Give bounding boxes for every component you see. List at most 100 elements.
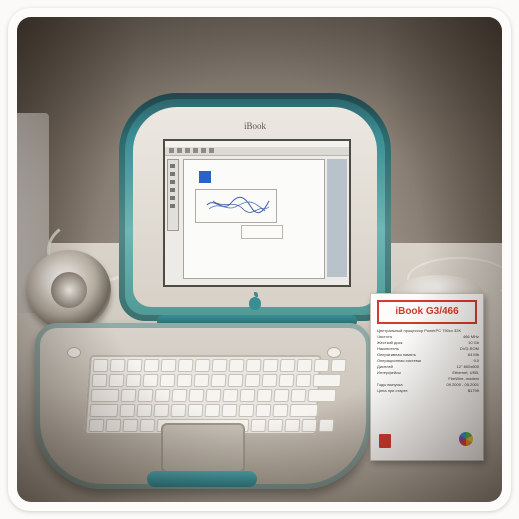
key-row	[90, 389, 337, 402]
trackpad-button	[147, 471, 257, 487]
palette-tool	[170, 172, 175, 176]
key	[279, 359, 296, 372]
key	[221, 404, 238, 417]
key	[154, 389, 171, 402]
key	[262, 359, 279, 372]
scribble-drawing	[206, 196, 270, 214]
key	[227, 374, 244, 387]
key	[137, 389, 154, 402]
key	[301, 419, 318, 432]
key	[205, 389, 222, 402]
key	[290, 389, 307, 402]
key-row	[89, 404, 319, 417]
key	[307, 389, 337, 402]
key	[238, 404, 255, 417]
key	[90, 389, 120, 402]
tool-palette	[167, 159, 179, 231]
key	[278, 374, 295, 387]
key	[244, 374, 261, 387]
key	[272, 404, 289, 417]
key	[245, 359, 262, 372]
brand-label: iBook	[243, 121, 266, 131]
key-row	[91, 374, 342, 387]
key	[222, 389, 239, 402]
key	[125, 374, 142, 387]
key	[312, 374, 342, 387]
key	[105, 419, 122, 432]
tool-button	[201, 148, 206, 153]
key	[284, 419, 301, 432]
lid-bezel: iBook	[133, 107, 377, 310]
key	[187, 404, 204, 417]
key	[108, 374, 125, 387]
spec-label: Цена при старте	[377, 388, 408, 393]
key	[143, 359, 160, 372]
key	[318, 419, 335, 432]
key	[211, 359, 228, 372]
key	[88, 419, 105, 432]
key	[273, 389, 290, 402]
key	[256, 389, 273, 402]
key	[159, 374, 176, 387]
palette-tool	[170, 196, 175, 200]
tool-button	[193, 148, 198, 153]
laptop-lid: iBook	[119, 93, 391, 321]
key	[289, 404, 319, 417]
rainbow-apple-icon	[459, 432, 473, 446]
spec-value: $1799	[467, 388, 479, 393]
screen	[163, 139, 351, 287]
spec-list: Центральный процессор PowerPC 750cx 32K …	[377, 328, 479, 394]
text-box	[241, 225, 283, 239]
apple-logo-icon	[249, 297, 261, 310]
key	[239, 389, 256, 402]
key	[250, 419, 267, 432]
toolbar	[165, 147, 349, 156]
blue-square-shape	[199, 171, 211, 183]
key	[126, 359, 143, 372]
laptop-base	[35, 323, 371, 489]
key	[91, 374, 108, 387]
latch	[327, 347, 341, 358]
palette-tool	[170, 188, 175, 192]
key	[177, 359, 194, 372]
key	[153, 404, 170, 417]
tool-button	[185, 148, 190, 153]
palette-tool	[170, 180, 175, 184]
key	[176, 374, 193, 387]
key	[193, 374, 210, 387]
trackpad	[161, 423, 245, 473]
key	[160, 359, 177, 372]
key	[255, 404, 272, 417]
key	[122, 419, 139, 432]
photo: iBook iBook G3/466 Центральный процессор…	[17, 17, 502, 502]
tool-button	[177, 148, 182, 153]
key	[120, 389, 137, 402]
key	[313, 359, 330, 372]
tool-button	[169, 148, 174, 153]
key	[188, 389, 205, 402]
key	[267, 419, 284, 432]
side-panel	[327, 159, 347, 277]
key	[296, 359, 313, 372]
latch	[67, 347, 81, 358]
key	[89, 404, 119, 417]
key	[170, 404, 187, 417]
museum-logo-icon	[379, 434, 391, 448]
key	[261, 374, 278, 387]
palette-tool	[170, 204, 175, 208]
key	[92, 359, 109, 372]
card-title: iBook G3/466	[377, 300, 477, 324]
key	[171, 389, 188, 402]
speaker-cone	[51, 272, 87, 308]
key	[136, 404, 153, 417]
key	[295, 374, 312, 387]
key	[119, 404, 136, 417]
speaker	[27, 250, 111, 330]
key	[330, 359, 347, 372]
key	[109, 359, 126, 372]
key	[204, 404, 221, 417]
info-card: iBook G3/466 Центральный процессор Power…	[370, 293, 484, 461]
key-row	[92, 359, 347, 372]
spec-row: Цена при старте $1799	[377, 388, 479, 394]
spec-label: Интерфейсы	[377, 370, 401, 375]
